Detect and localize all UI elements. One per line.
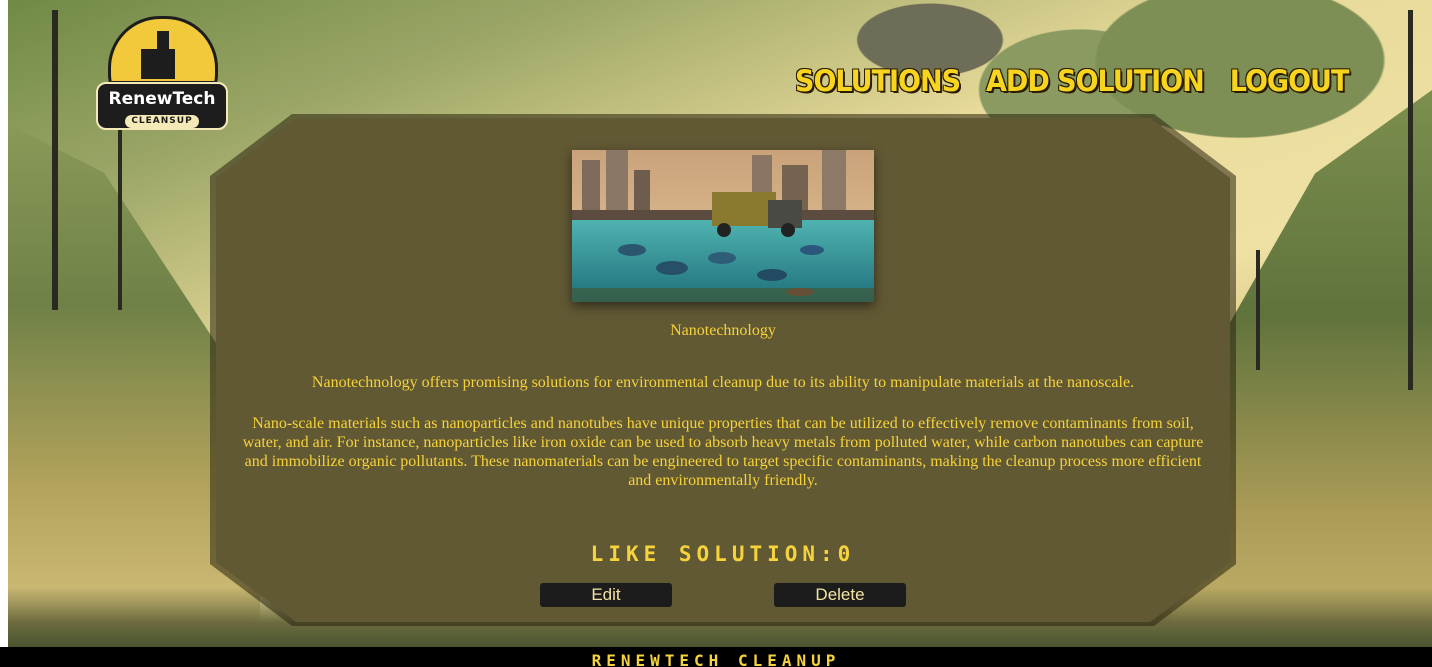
background-power-pole (1408, 10, 1413, 390)
nav-logout[interactable]: LOGOUT (1230, 64, 1350, 98)
brand-tagline: CLEANSUP (125, 115, 199, 128)
like-solution-button[interactable]: LIKE SOLUTION:0 (216, 542, 1230, 566)
page-gutter (0, 0, 8, 667)
solution-title: Nanotechnology (670, 322, 776, 339)
background-power-pole (118, 120, 122, 310)
brand-name: RenewTech (108, 89, 216, 109)
brand-logo[interactable]: RenewTech CLEANSUP (96, 16, 228, 132)
footer: RENEWTECH CLEANUP (0, 647, 1432, 667)
background-power-pole (52, 10, 58, 310)
main-nav: SOLUTIONS ADD SOLUTION LOGOUT (795, 64, 1350, 98)
nav-add-solution[interactable]: ADD SOLUTION (986, 64, 1205, 98)
logo-badge: RenewTech CLEANSUP (96, 82, 228, 130)
nav-solutions[interactable]: SOLUTIONS (795, 64, 961, 98)
solution-details: Nano-scale materials such as nanoparticl… (242, 415, 1204, 489)
solution-image (572, 150, 874, 302)
edit-button[interactable]: Edit (540, 583, 672, 607)
factory-icon (141, 49, 175, 79)
delete-button[interactable]: Delete (774, 583, 906, 607)
background-power-pole (1256, 250, 1260, 370)
solution-summary: Nanotechnology offers promising solution… (311, 374, 1135, 391)
